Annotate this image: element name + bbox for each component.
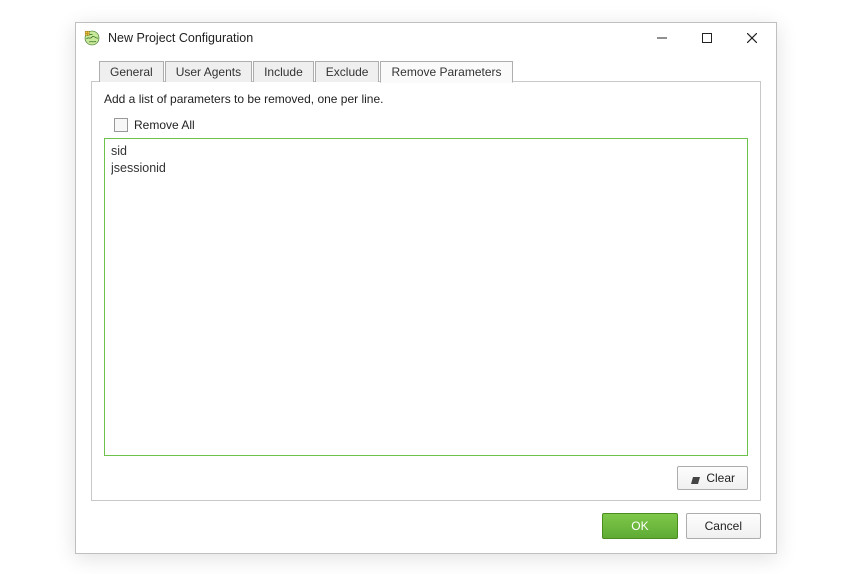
panel-description: Add a list of parameters to be removed, … [104, 92, 748, 106]
maximize-button[interactable] [684, 23, 729, 53]
maximize-icon [702, 33, 712, 43]
close-icon [747, 33, 757, 43]
minimize-icon [657, 33, 667, 43]
clear-button-label: Clear [706, 471, 735, 485]
parameters-textarea[interactable] [111, 143, 741, 451]
window-title: New Project Configuration [108, 31, 639, 45]
tab-general[interactable]: General [99, 61, 164, 82]
cancel-button[interactable]: Cancel [686, 513, 761, 539]
dialog-window: New Project Configuration General User A… [75, 22, 777, 554]
clear-row: Clear [104, 466, 748, 490]
tab-remove-parameters[interactable]: Remove Parameters [380, 61, 512, 83]
minimize-button[interactable] [639, 23, 684, 53]
tab-exclude[interactable]: Exclude [315, 61, 380, 82]
remove-all-label: Remove All [134, 118, 195, 132]
eraser-icon [690, 474, 701, 483]
close-button[interactable] [729, 23, 774, 53]
dialog-footer: OK Cancel [91, 513, 761, 539]
tab-user-agents[interactable]: User Agents [165, 61, 252, 82]
remove-all-checkbox[interactable] [114, 118, 128, 132]
content-area: General User Agents Include Exclude Remo… [76, 53, 776, 553]
remove-all-checkbox-row[interactable]: Remove All [114, 118, 748, 132]
tab-bar: General User Agents Include Exclude Remo… [99, 61, 761, 82]
tab-include[interactable]: Include [253, 61, 314, 82]
ok-button[interactable]: OK [602, 513, 677, 539]
parameters-textarea-wrap [104, 138, 748, 456]
clear-button[interactable]: Clear [677, 466, 748, 490]
tab-panel: Add a list of parameters to be removed, … [91, 81, 761, 501]
titlebar: New Project Configuration [76, 23, 776, 53]
window-controls [639, 23, 774, 53]
app-icon [84, 30, 100, 46]
